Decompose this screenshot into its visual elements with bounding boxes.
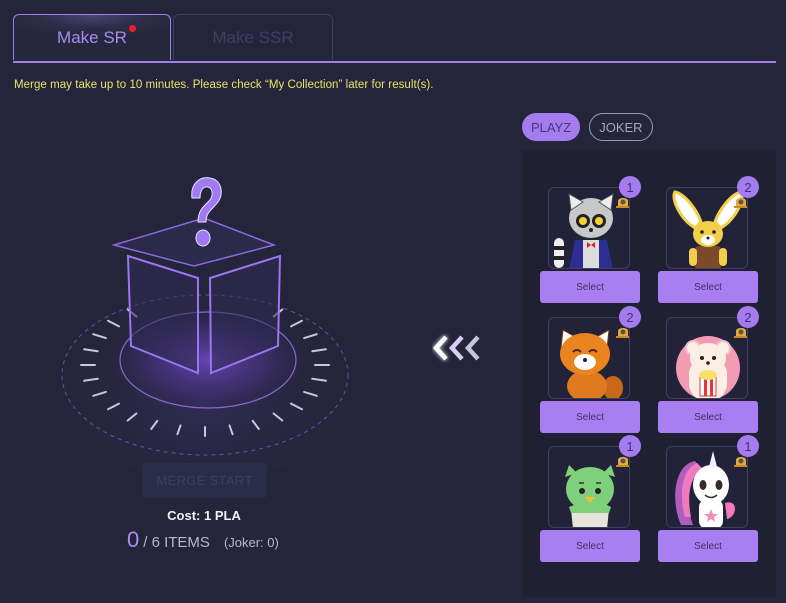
- tab-make-ssr[interactable]: Make SSR: [173, 14, 333, 60]
- quantity-badge: 2: [619, 306, 641, 328]
- select-button[interactable]: Select: [658, 271, 758, 303]
- tab-label: Make SSR: [212, 27, 294, 47]
- collection-filters: PLAYZ JOKER: [522, 113, 653, 141]
- selected-count: 0: [127, 527, 140, 552]
- joker-count: (Joker: 0): [223, 535, 279, 550]
- nft-selection-panel: 1 Select 2 Select 2 Select 2 Select 1 Se…: [522, 150, 776, 597]
- quantity-badge: 1: [737, 435, 759, 457]
- merge-cost: Cost: 1 PLA: [167, 508, 241, 523]
- select-button[interactable]: Select: [658, 401, 758, 433]
- nft-thumbnail-unicorn: [666, 446, 748, 528]
- total-items: / 6 ITEMS: [143, 534, 210, 551]
- filter-playz[interactable]: PLAYZ: [522, 113, 581, 141]
- select-button[interactable]: Select: [658, 530, 758, 562]
- tab-make-sr[interactable]: Make SR: [13, 14, 171, 60]
- merge-notice: Merge may take up to 10 minutes. Please …: [14, 79, 434, 91]
- select-button[interactable]: Select: [540, 271, 640, 303]
- nft-thumbnail-fennec-fox: [666, 187, 748, 269]
- tab-label: Make SR: [57, 27, 127, 47]
- nft-thumbnail-red-panda: [548, 317, 630, 399]
- quantity-badge: 1: [619, 176, 641, 198]
- merge-start-button[interactable]: MERGE START: [142, 463, 267, 498]
- nft-thumbnail-hedgehog: [666, 317, 748, 399]
- filter-joker[interactable]: JOKER: [589, 113, 653, 141]
- mystery-box-illustration: [40, 160, 370, 470]
- merge-tabs: Make SR Make SSR: [13, 14, 776, 63]
- quantity-badge: 2: [737, 176, 759, 198]
- item-counter: 0 / 6 ITEMS (Joker: 0): [127, 527, 279, 553]
- quantity-badge: 2: [737, 306, 759, 328]
- triple-chevron-left-icon: [432, 333, 488, 368]
- select-button[interactable]: Select: [540, 401, 640, 433]
- notification-dot: [129, 25, 136, 32]
- nft-thumbnail-lemur: [548, 187, 630, 269]
- quantity-badge: 1: [619, 435, 641, 457]
- select-button[interactable]: Select: [540, 530, 640, 562]
- nft-thumbnail-green-chick: [548, 446, 630, 528]
